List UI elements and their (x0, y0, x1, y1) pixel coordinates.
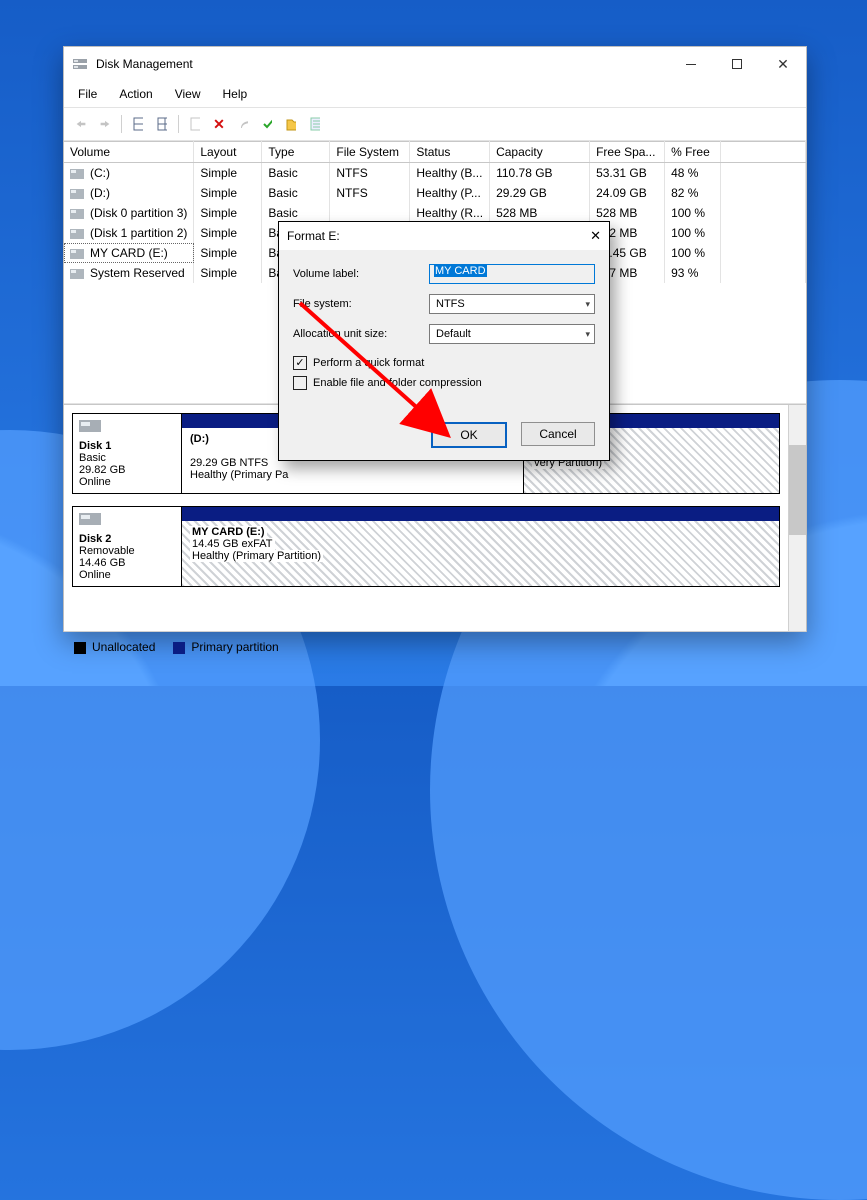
volume-row[interactable]: (C:)SimpleBasicNTFSHealthy (B...110.78 G… (64, 163, 806, 184)
legend-swatch-unallocated (74, 642, 86, 654)
refresh-button[interactable] (184, 113, 206, 135)
menubar: File Action View Help (64, 81, 806, 107)
minimize-button[interactable] (668, 48, 714, 80)
window-title: Disk Management (96, 57, 660, 71)
file-system-select[interactable]: NTFS (429, 294, 595, 314)
volume-label: Volume label: (293, 268, 423, 280)
titlebar[interactable]: Disk Management ✕ (64, 47, 806, 81)
ok-button[interactable]: OK (431, 422, 507, 448)
app-icon (72, 56, 88, 72)
menu-file[interactable]: File (74, 85, 101, 103)
maximize-button[interactable] (714, 48, 760, 80)
menu-help[interactable]: Help (219, 85, 252, 103)
cancel-button[interactable]: Cancel (521, 422, 595, 446)
compression-checkbox[interactable]: Enable file and folder compression (293, 376, 595, 390)
menu-action[interactable]: Action (115, 85, 156, 103)
chevron-down-icon (585, 328, 590, 340)
check-button[interactable] (256, 113, 278, 135)
forward-button[interactable] (94, 113, 116, 135)
layout2-button[interactable] (151, 113, 173, 135)
volume-row[interactable]: (D:)SimpleBasicNTFSHealthy (P...29.29 GB… (64, 183, 806, 203)
menu-view[interactable]: View (171, 85, 205, 103)
quick-format-checkbox[interactable]: ✓Perform a quick format (293, 356, 595, 370)
dialog-title: Format E: (287, 229, 340, 243)
format-dialog: Format E: ✕ Volume label: MY CARD File s… (278, 221, 610, 461)
dialog-close-button[interactable]: ✕ (590, 228, 601, 244)
legend-label-unallocated: Unallocated (92, 640, 155, 654)
legend-swatch-primary (173, 642, 185, 654)
volume-label-input[interactable]: MY CARD (429, 264, 595, 284)
close-button[interactable]: ✕ (760, 48, 806, 80)
disk-header: Disk 1Basic29.82 GBOnline (72, 413, 182, 494)
chevron-down-icon (585, 298, 590, 310)
disk-row: Disk 2Removable14.46 GBOnline MY CARD (E… (72, 506, 780, 587)
scrollbar[interactable] (788, 405, 806, 631)
partition[interactable]: MY CARD (E:) 14.45 GB exFAT Healthy (Pri… (182, 507, 779, 586)
legend: Unallocated Primary partition (64, 631, 806, 662)
properties-button[interactable] (304, 113, 326, 135)
legend-label-primary: Primary partition (191, 640, 278, 654)
disk-header: Disk 2Removable14.46 GBOnline (72, 506, 182, 587)
column-headers[interactable]: VolumeLayoutType File SystemStatusCapaci… (64, 142, 806, 163)
toolbar: ✕ (64, 107, 806, 141)
undo-button[interactable] (232, 113, 254, 135)
delete-button[interactable]: ✕ (208, 113, 230, 135)
allocation-select[interactable]: Default (429, 324, 595, 344)
file-system-label: File system: (293, 298, 423, 310)
allocation-label: Allocation unit size: (293, 328, 423, 340)
volume-row[interactable]: (Disk 0 partition 3)SimpleBasicHealthy (… (64, 203, 806, 223)
layout1-button[interactable] (127, 113, 149, 135)
scrollbar-thumb[interactable] (789, 445, 806, 535)
folder-button[interactable] (280, 113, 302, 135)
back-button[interactable] (70, 113, 92, 135)
